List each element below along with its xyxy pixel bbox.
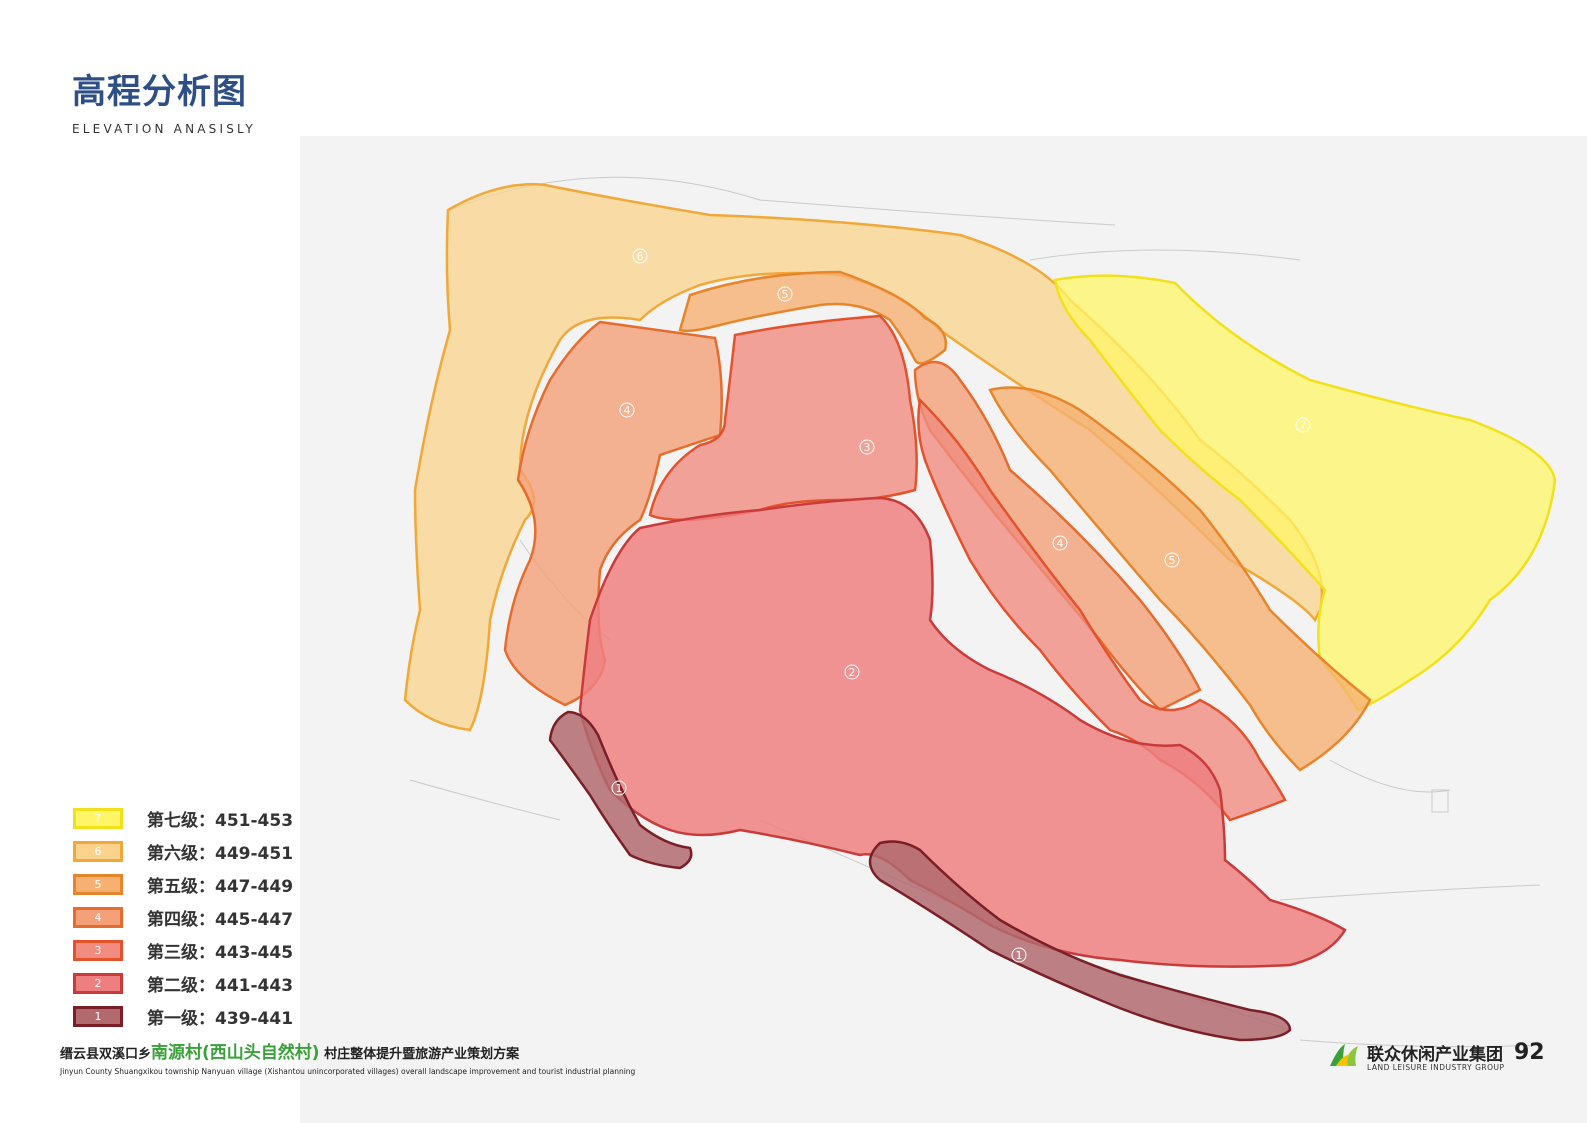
zone-label-1: 1 — [616, 782, 623, 795]
zone-label-1b: 1 — [1016, 949, 1023, 962]
legend-item: 7 第七级：451-453 — [73, 802, 293, 835]
brand-logo-icon — [1330, 1044, 1358, 1066]
zone-label-5: 5 — [782, 288, 789, 301]
legend-label: 第四级：445-447 — [147, 910, 294, 930]
legend-item: 2 第二级：441-443 — [73, 967, 293, 1000]
legend-swatch: 3 — [73, 940, 123, 961]
legend-label: 第七级：451-453 — [147, 811, 294, 831]
legend-label: 第五级：447-449 — [147, 877, 294, 897]
brand-name-en: LAND LEISURE INDUSTRY GROUP — [1367, 1063, 1505, 1072]
footer-prefix: 缙云县双溪口乡 — [60, 1047, 152, 1062]
zone-label-4b: 4 — [1057, 537, 1064, 550]
zone-label-2: 2 — [849, 666, 856, 679]
footer: 缙云县双溪口乡南源村(西山头自然村) 村庄整体提升暨旅游产业策划方案 Jinyu… — [60, 1038, 635, 1076]
legend-label: 第六级：449-451 — [147, 844, 294, 864]
footer-subtitle: Jinyun County Shuangxikou township Nanyu… — [60, 1067, 636, 1076]
legend-label: 第三级：443-445 — [147, 943, 294, 963]
legend-item: 3 第三级：443-445 — [73, 934, 293, 967]
legend-swatch: 4 — [73, 907, 123, 928]
legend-item: 4 第四级：445-447 — [73, 901, 293, 934]
legend-label: 第一级：439-441 — [147, 1009, 294, 1029]
legend-swatch: 6 — [73, 841, 123, 862]
brand-name: 联众休闲产业集团 — [1367, 1045, 1503, 1065]
brand-block: 联众休闲产业集团 LAND LEISURE INDUSTRY GROUP — [1325, 1032, 1545, 1082]
footer-suffix: 村庄整体提升暨旅游产业策划方案 — [319, 1047, 520, 1062]
legend-label: 第二级：441-443 — [147, 976, 294, 996]
footer-title: 缙云县双溪口乡南源村(西山头自然村) 村庄整体提升暨旅游产业策划方案 — [60, 1038, 635, 1063]
zone-label-5b: 5 — [1169, 554, 1176, 567]
legend-item: 6 第六级：449-451 — [73, 835, 293, 868]
zone-label-7: 7 — [1300, 419, 1307, 432]
footer-highlight: 南源村(西山头自然村) — [151, 1043, 320, 1063]
legend-item: 1 第一级：439-441 — [73, 1000, 293, 1033]
legend: 7 第七级：451-453 6 第六级：449-451 5 第五级：447-449 4 第四级… — [73, 802, 293, 1033]
legend-swatch: 1 — [73, 1006, 123, 1027]
zone-label-3: 3 — [864, 441, 871, 454]
legend-swatch: 5 — [73, 874, 123, 895]
legend-item: 5 第五级：447-449 — [73, 868, 293, 901]
zone-label-6: 6 — [637, 250, 644, 263]
legend-swatch: 7 — [73, 808, 123, 829]
page-number: 92 — [1514, 1040, 1545, 1065]
legend-swatch: 2 — [73, 973, 123, 994]
zone-label-4: 4 — [624, 404, 631, 417]
